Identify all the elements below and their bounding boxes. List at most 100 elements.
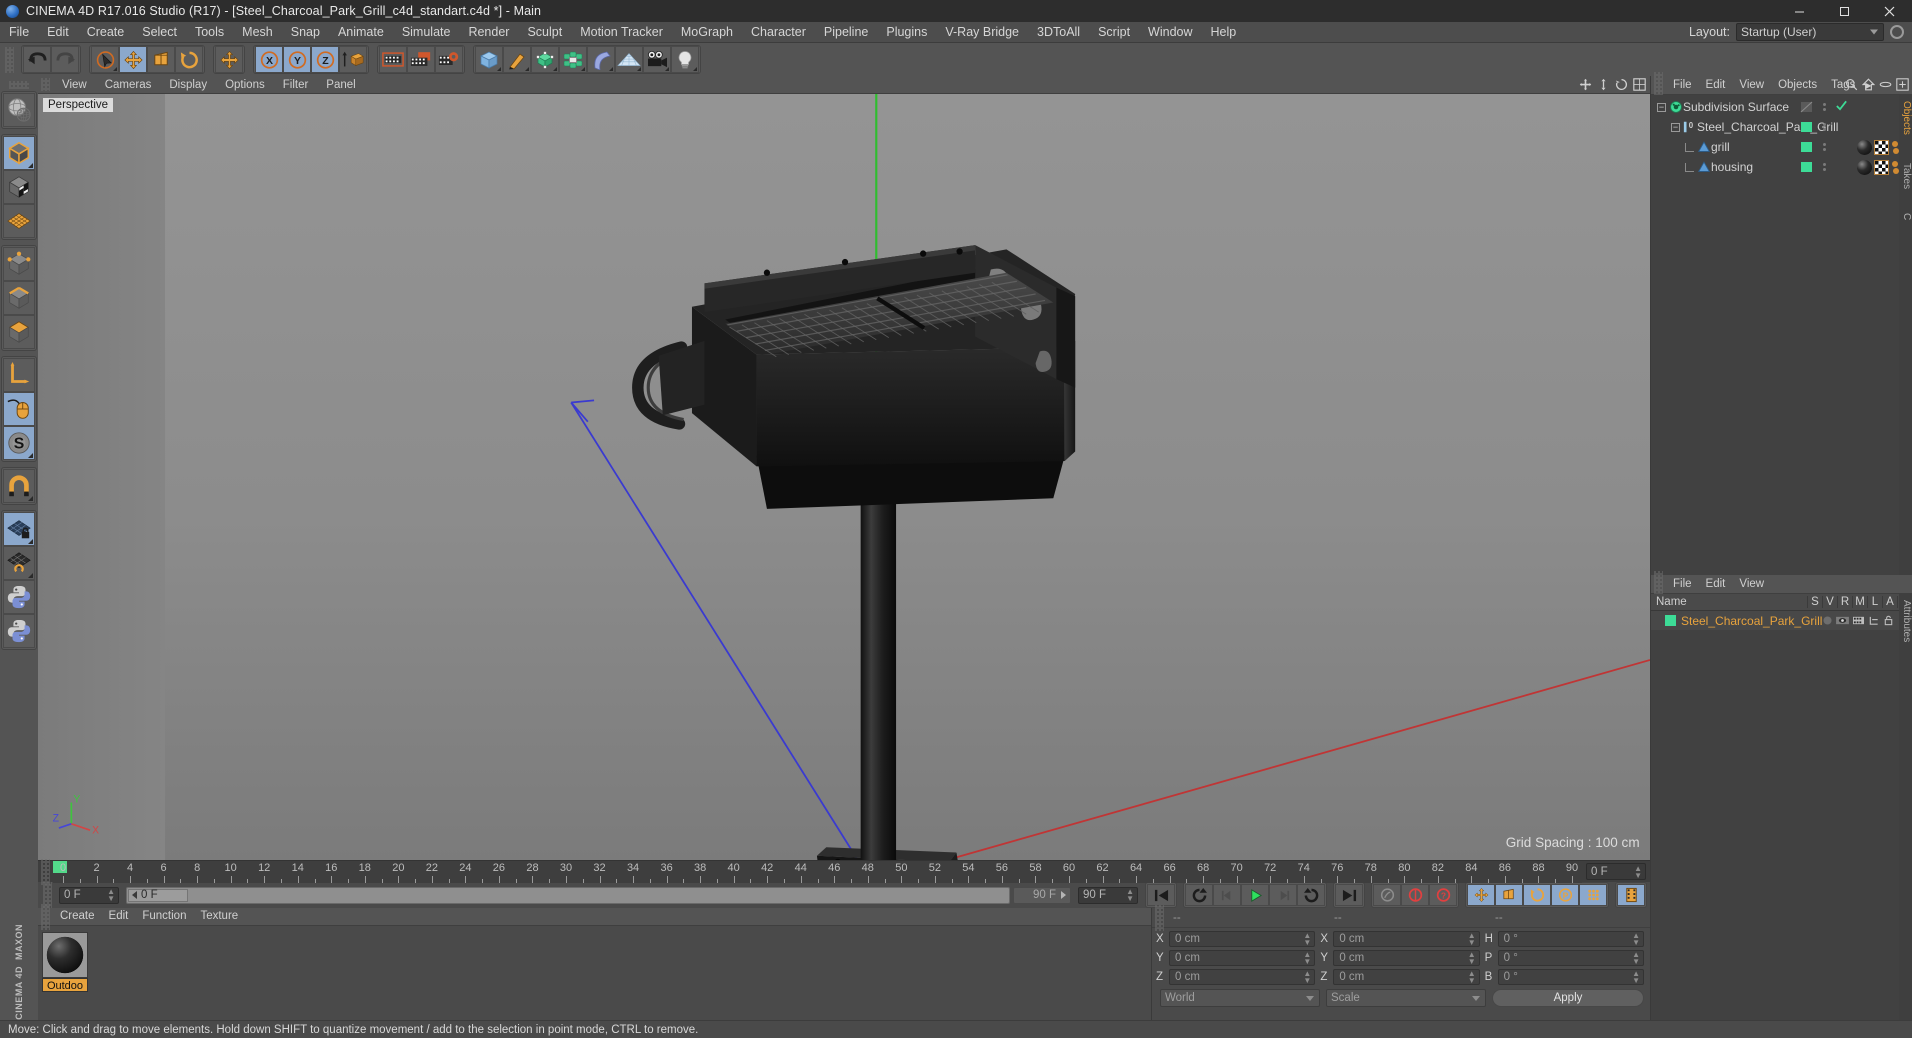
- undo-view-button[interactable]: [3, 93, 35, 127]
- menu-item-animate[interactable]: Animate: [329, 22, 393, 43]
- spinner-icon[interactable]: ▲ ▼: [1632, 970, 1640, 985]
- menu-item-v-ray-bridge[interactable]: V-Ray Bridge: [936, 22, 1028, 43]
- autokeying-button[interactable]: [1401, 884, 1429, 906]
- texture-tag-icon[interactable]: [1874, 159, 1889, 175]
- spinner-icon[interactable]: ▲ ▼: [1303, 970, 1311, 985]
- time-slider[interactable]: 0 F: [126, 886, 1010, 904]
- menu-item-3dtoall[interactable]: 3DToAll: [1028, 22, 1089, 43]
- material-tag-icon[interactable]: [1857, 159, 1872, 175]
- zoom-icon[interactable]: [1597, 78, 1610, 91]
- render-visibility-dot[interactable]: [1823, 128, 1826, 131]
- menu-item-snap[interactable]: Snap: [282, 22, 329, 43]
- menu-item-simulate[interactable]: Simulate: [393, 22, 460, 43]
- axis-modify-button[interactable]: [3, 358, 35, 392]
- scale-key-button[interactable]: [1495, 884, 1523, 906]
- object-menu-objects[interactable]: Objects: [1771, 76, 1824, 95]
- point-level-animation-button[interactable]: [1579, 884, 1607, 906]
- render-visibility-dot[interactable]: [1823, 168, 1826, 171]
- coordinate-size-input[interactable]: 0 cm ▲ ▼: [1333, 969, 1480, 985]
- menu-item-mograph[interactable]: MoGraph: [672, 22, 742, 43]
- render-to-picture-viewer-button[interactable]: [407, 46, 435, 73]
- current-frame-field[interactable]: 0 F ▲ ▼: [59, 886, 119, 904]
- object-editor-render-dots[interactable]: [1823, 103, 1826, 111]
- lock-z-button[interactable]: Z: [311, 46, 339, 73]
- object-visibility-toggles[interactable]: [1800, 140, 1814, 154]
- keyframe-selection-button[interactable]: ?: [1429, 884, 1457, 906]
- max-frame-field[interactable]: 90 F ▲ ▼: [1078, 886, 1138, 904]
- object-manager-row[interactable]: grill: [1651, 137, 1912, 157]
- lock-x-button[interactable]: X: [255, 46, 283, 73]
- left-palette-grip[interactable]: [9, 81, 29, 89]
- rotate-tool-button[interactable]: [175, 46, 203, 73]
- menu-item-file[interactable]: File: [0, 22, 38, 43]
- object-menu-view[interactable]: View: [1732, 76, 1771, 95]
- spinner-icon[interactable]: ▲ ▼: [1632, 932, 1640, 947]
- position-key-button[interactable]: [1467, 884, 1495, 906]
- viewport-menu-filter[interactable]: Filter: [274, 76, 318, 94]
- timeline-grip[interactable]: [41, 858, 50, 885]
- material-preview-thumbnail[interactable]: [42, 932, 88, 978]
- go-to-start-button[interactable]: [1147, 884, 1175, 906]
- manager-icon[interactable]: [1868, 615, 1880, 626]
- parameter-key-button[interactable]: P: [1551, 884, 1579, 906]
- coordinate-system-dropdown[interactable]: World: [1160, 989, 1320, 1007]
- toolbar-grip[interactable]: [5, 46, 14, 73]
- coordinate-position-input[interactable]: 0 cm ▲ ▼: [1169, 969, 1316, 985]
- layout-reset-icon[interactable]: [1890, 25, 1904, 39]
- time-slider-knob[interactable]: 0 F: [128, 888, 188, 902]
- lock-y-button[interactable]: Y: [283, 46, 311, 73]
- editor-visibility-dot[interactable]: [1823, 163, 1826, 166]
- record-active-objects-button[interactable]: [1373, 884, 1401, 906]
- preview-range-end-field[interactable]: 90 F: [1013, 886, 1071, 904]
- layer-menu-file[interactable]: File: [1666, 575, 1699, 594]
- viewport-menu-display[interactable]: Display: [160, 76, 216, 94]
- menu-item-window[interactable]: Window: [1139, 22, 1201, 43]
- object-manager-row[interactable]: −0 Steel_Charcoal_Park_Grill: [1651, 117, 1912, 137]
- point-mode-button[interactable]: [3, 247, 35, 281]
- close-button[interactable]: [1867, 0, 1912, 22]
- timeline-filmstrip-button[interactable]: [1617, 884, 1645, 906]
- layer-row[interactable]: Steel_Charcoal_Park_Grill: [1651, 611, 1912, 630]
- soft-selection-button[interactable]: S: [3, 426, 35, 460]
- spinner-icon[interactable]: ▲ ▼: [1468, 932, 1476, 947]
- texture-mode-button[interactable]: [3, 170, 35, 204]
- lock-icon[interactable]: [1883, 615, 1894, 626]
- material-menu-grip[interactable]: [41, 903, 50, 930]
- spinner-icon[interactable]: ▲ ▼: [1468, 970, 1476, 985]
- add-generator-button[interactable]: [531, 46, 559, 73]
- menu-item-motion-tracker[interactable]: Motion Tracker: [571, 22, 672, 43]
- render-visibility-dot[interactable]: [1823, 108, 1826, 111]
- apply-button[interactable]: Apply: [1492, 989, 1644, 1007]
- live-selection-button[interactable]: [91, 46, 119, 73]
- layer-manager[interactable]: Name S V R M L A G Steel_Charcoal_Park_G…: [1651, 594, 1912, 1020]
- redo-button[interactable]: [51, 46, 79, 73]
- rotate-view-icon[interactable]: [1615, 78, 1628, 91]
- layer-menu-edit[interactable]: Edit: [1699, 575, 1733, 594]
- move-alt-button[interactable]: [215, 46, 243, 73]
- editor-visibility-dot[interactable]: [1823, 103, 1826, 106]
- maximize-button[interactable]: [1822, 0, 1867, 22]
- menu-item-edit[interactable]: Edit: [38, 22, 78, 43]
- coordinate-rotation-input[interactable]: 0 ° ▲ ▼: [1497, 969, 1644, 985]
- side-tab-content[interactable]: C: [1899, 207, 1912, 220]
- viewport-menu-view[interactable]: View: [53, 76, 96, 94]
- go-to-end-button[interactable]: [1335, 884, 1363, 906]
- world-object-toggle-button[interactable]: [339, 46, 367, 73]
- snap-magnet-button[interactable]: [3, 469, 35, 503]
- side-tab-takes[interactable]: Takes: [1899, 157, 1912, 189]
- object-editor-render-dots[interactable]: [1823, 123, 1826, 131]
- scale-tool-button[interactable]: [147, 46, 175, 73]
- workplane-reset-button[interactable]: [3, 546, 35, 580]
- python-script-button[interactable]: [3, 580, 35, 614]
- previous-keyframe-button[interactable]: [1185, 884, 1213, 906]
- layer-menu-view[interactable]: View: [1732, 575, 1771, 594]
- timeline-ruler[interactable]: 0 2 4 6 8 10 12 14 16 18 20 22 24 26 28 30 32 34 36 38 40 42 4…: [53, 860, 1582, 883]
- object-manager-row[interactable]: − Subdivision Surface: [1651, 97, 1912, 117]
- texture-tag-icon[interactable]: [1874, 139, 1889, 155]
- polygon-mode-button[interactable]: [3, 315, 35, 349]
- material-menu-edit[interactable]: Edit: [102, 907, 136, 926]
- object-visibility-toggles[interactable]: [1800, 160, 1814, 174]
- material-swatch-area[interactable]: Outdoo: [38, 926, 1151, 1020]
- menu-item-tools[interactable]: Tools: [186, 22, 233, 43]
- add-floor-button[interactable]: [615, 46, 643, 73]
